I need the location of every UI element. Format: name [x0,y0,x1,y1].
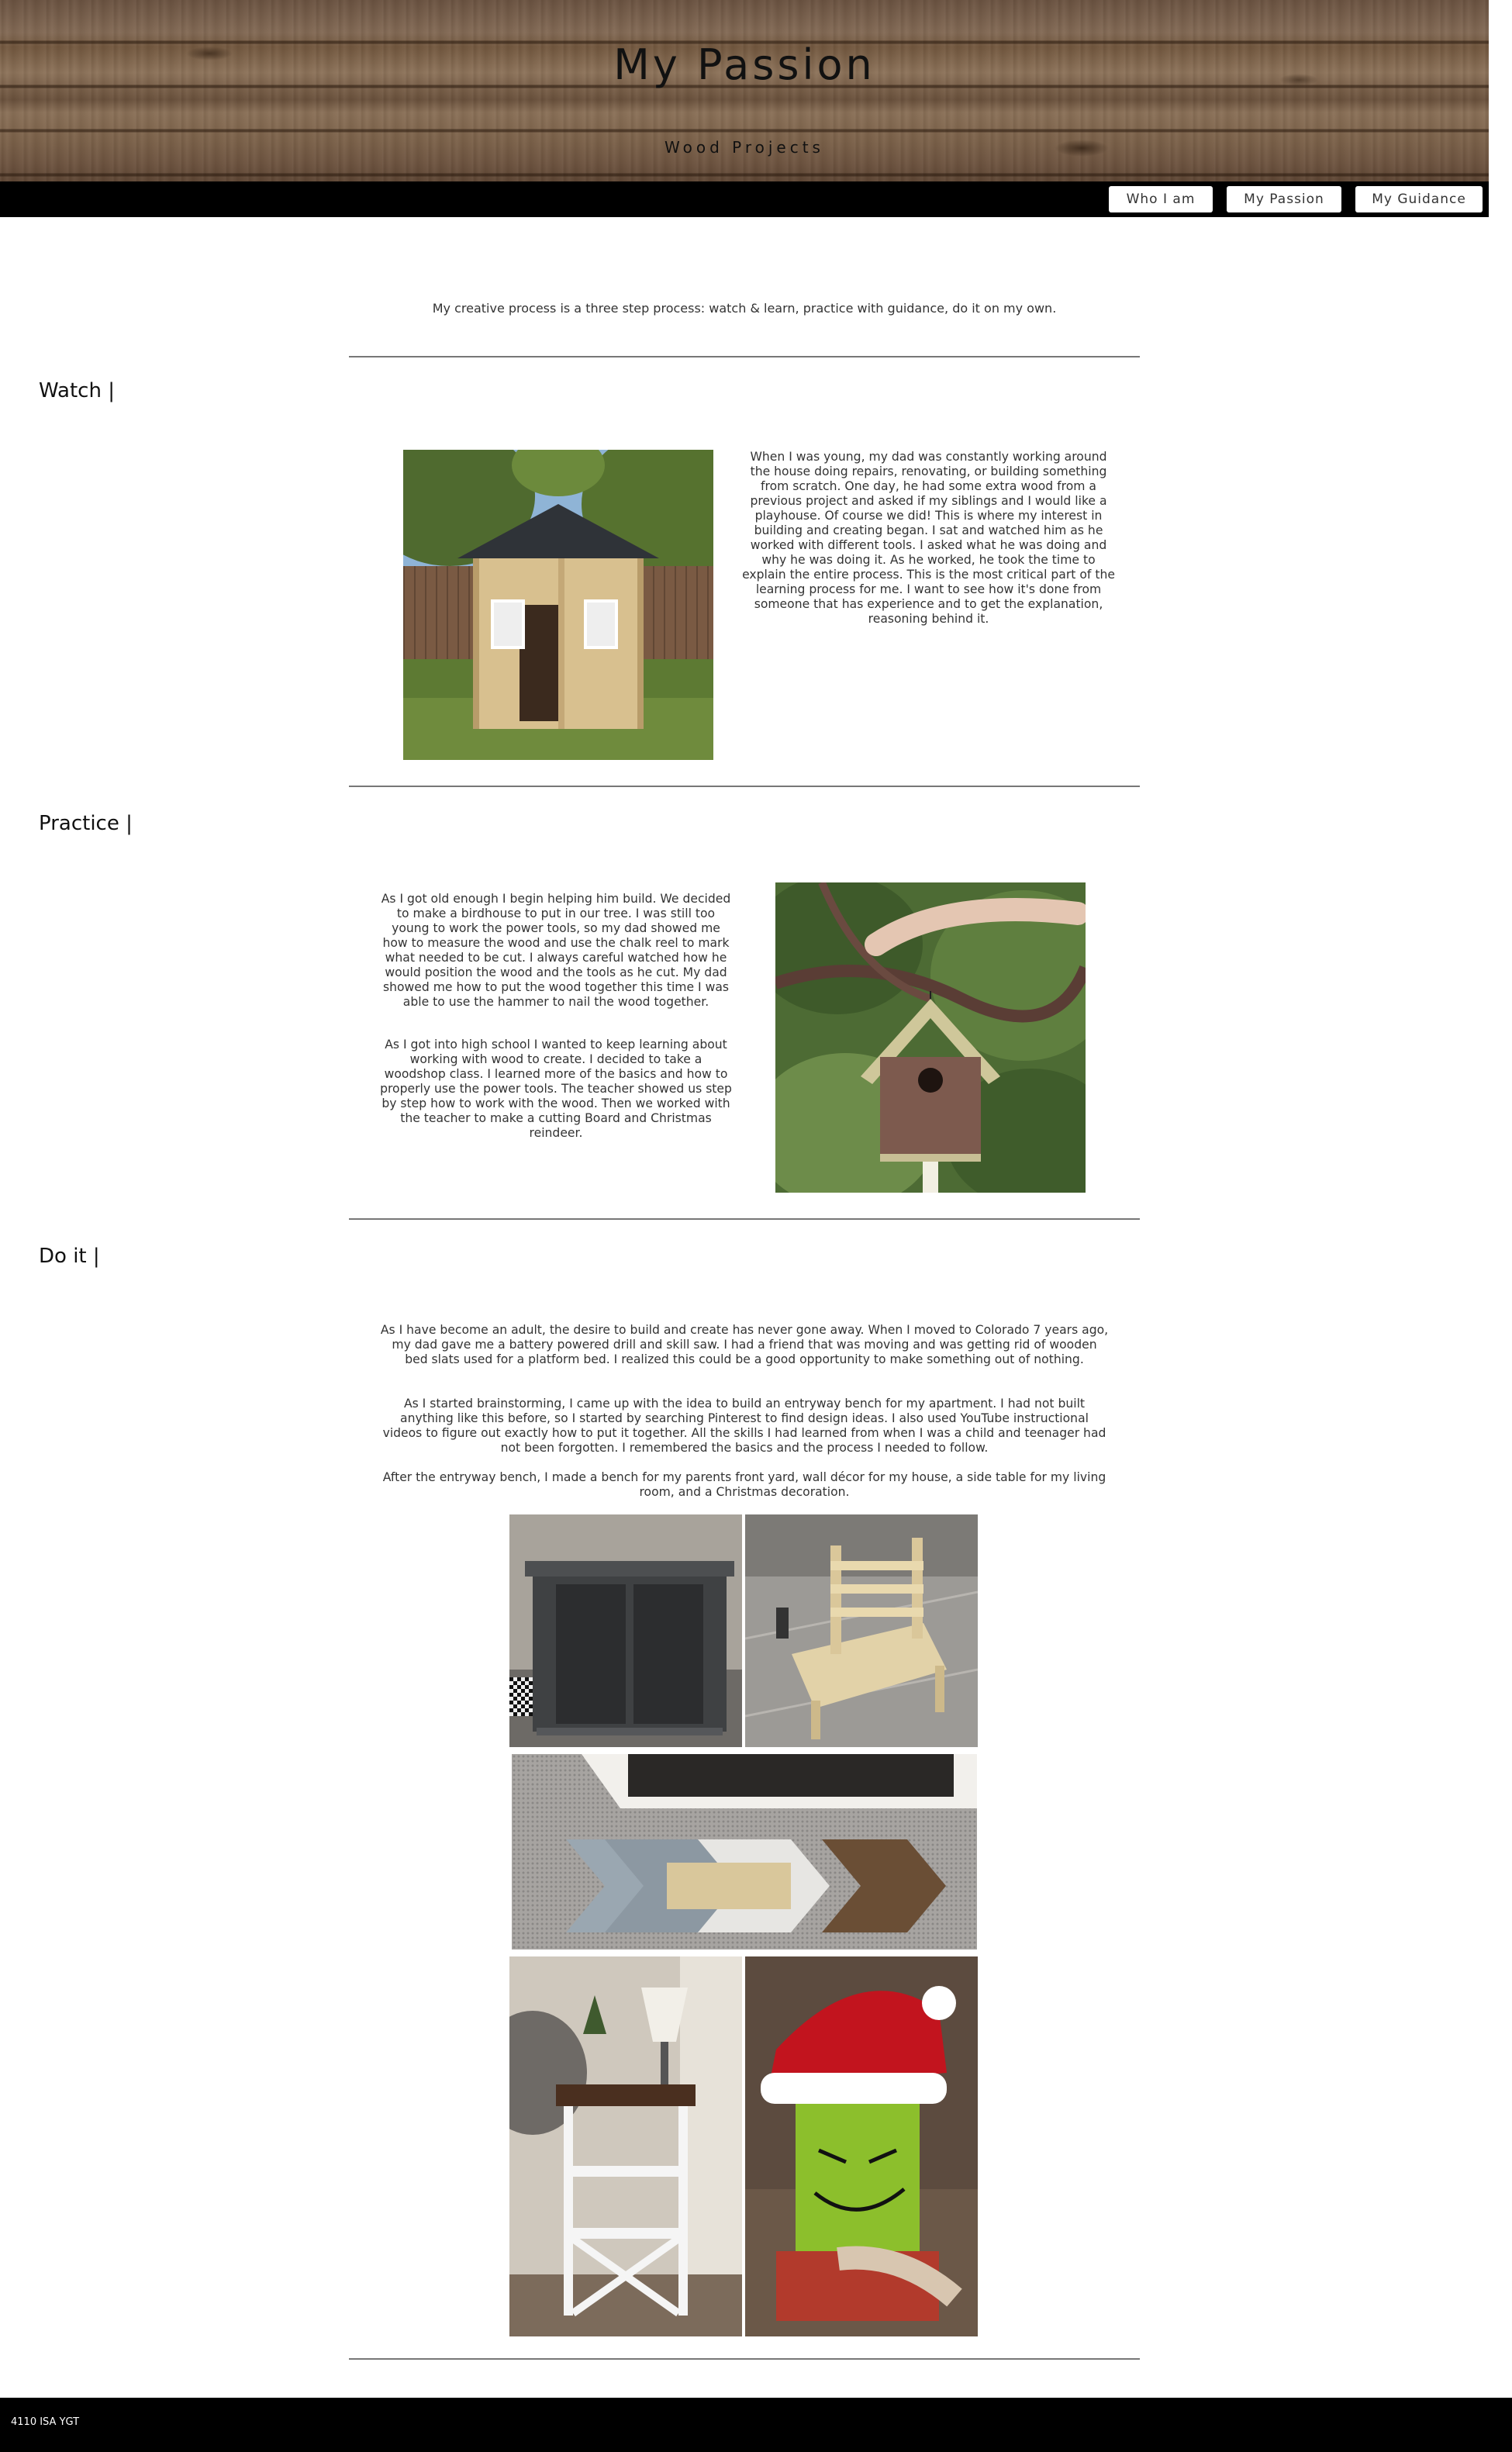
section-divider [349,786,1140,787]
section-heading-do-it: Do it | [39,1245,100,1268]
doit-paragraph-3: After the entryway bench, I made a bench… [382,1470,1106,1499]
header-banner: My Passion Wood Projects [0,0,1489,181]
section-heading-practice: Practice | [39,812,133,835]
intro-text: My creative process is a three step proc… [432,301,1057,316]
birdhouse-photo [775,882,1086,1193]
arrow-wall-decor-photo [512,1754,977,1950]
section-divider [349,356,1140,357]
playhouse-photo [403,450,713,760]
practice-paragraph-1: As I got old enough I begin helping him … [381,892,731,1009]
right-margin [1489,0,1512,2398]
doit-paragraph-1: As I have become an adult, the desire to… [380,1323,1109,1366]
nav-my-passion-button[interactable]: My Passion [1227,186,1341,212]
page-subtitle: Wood Projects [665,138,824,157]
page-title: My Passion [613,40,875,89]
section-heading-watch: Watch | [39,379,115,402]
footer: 4110 ISA YGT [0,2398,1512,2452]
nav-my-guidance-button[interactable]: My Guidance [1355,186,1483,212]
doit-paragraph-2: As I started brainstorming, I came up wi… [382,1397,1106,1455]
watch-paragraph: When I was young, my dad was constantly … [742,450,1115,626]
nav-who-i-am-button[interactable]: Who I am [1109,186,1213,212]
nav-bar: Who I am My Passion My Guidance [0,181,1489,217]
grinch-decoration-photo [745,1956,978,2336]
footer-text: 4110 ISA YGT [11,2416,80,2428]
section-divider [349,2358,1140,2360]
gray-cabinet-photo [509,1514,742,1747]
section-divider [349,1218,1140,1220]
practice-paragraph-2: As I got into high school I wanted to ke… [380,1038,732,1140]
bench-photo [745,1514,978,1747]
side-table-photo [509,1956,742,2336]
